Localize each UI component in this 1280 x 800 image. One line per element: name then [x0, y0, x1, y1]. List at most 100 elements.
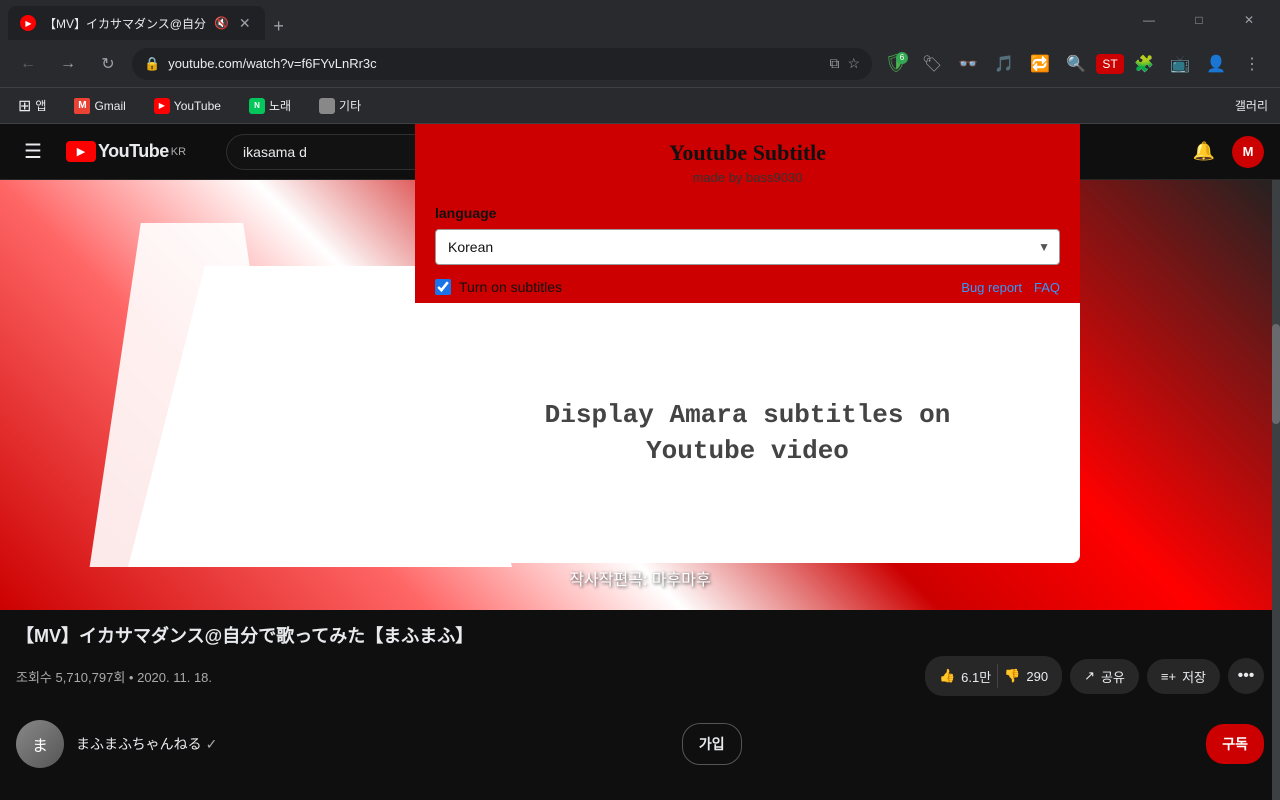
language-select[interactable]: Korean English Japanese Chinese	[435, 229, 1060, 265]
save-button[interactable]: ≡+ 저장	[1147, 659, 1220, 694]
share-label: 공유	[1101, 667, 1125, 686]
new-tab-button[interactable]: +	[265, 12, 293, 40]
dislike-count: 290	[1026, 669, 1048, 684]
subtitle-toggle-checkbox[interactable]	[435, 279, 451, 295]
bookmark-apps-label: 앱	[35, 97, 46, 114]
view-count: 조회수 5,710,797회	[16, 670, 125, 685]
url-text: youtube.com/watch?v=f6FYvLnRr3c	[168, 56, 821, 71]
user-avatar[interactable]: M	[1232, 136, 1264, 168]
video-actions: 👍 6.1만 👎 290 ↗ 공유 ≡+ 저장	[925, 656, 1264, 696]
bug-report-link[interactable]: Bug report	[961, 280, 1022, 295]
minimize-button[interactable]: —	[1126, 4, 1172, 36]
youtube-logo[interactable]: YouTube KR	[66, 141, 186, 162]
like-divider	[997, 664, 998, 688]
cast-icon[interactable]: 📺	[1164, 48, 1196, 80]
scrollbar-thumb[interactable]	[1272, 324, 1280, 424]
gallery-label[interactable]: 갤러리	[1235, 97, 1268, 114]
channel-avatar: ま	[16, 720, 64, 768]
bookmark-naver-song[interactable]: N 노래	[243, 93, 297, 118]
toolbar-icons: 🛡 6 🏷 👓 🎵 🔁 🔍 ST 🧩 📺 👤 ⋮	[880, 48, 1268, 80]
language-label: language	[435, 205, 496, 221]
upload-date: •	[129, 670, 137, 685]
bookmark-apps[interactable]: ⊞ 앱	[12, 92, 52, 120]
window-controls: — □ ✕	[1126, 4, 1272, 36]
youtube-logo-text: YouTube	[98, 141, 169, 162]
popup-checkbox-row: Turn on subtitles Bug report FAQ	[415, 273, 1080, 303]
extension-icon-red[interactable]: ST	[1096, 54, 1124, 74]
upload-date-value: 2020. 11. 18.	[137, 670, 212, 685]
subscribe-button[interactable]: 구독	[1206, 724, 1264, 764]
star-icon[interactable]: ☆	[847, 55, 860, 72]
url-bar[interactable]: 🔒 youtube.com/watch?v=f6FYvLnRr3c ⧉ ☆	[132, 48, 872, 80]
extension-icon-3[interactable]: 👓	[952, 48, 984, 80]
video-subtitle-text: 작사작편곡: 마후마후	[569, 566, 710, 590]
reload-button[interactable]: ↻	[92, 48, 124, 80]
address-bar: ← → ↻ 🔒 youtube.com/watch?v=f6FYvLnRr3c …	[0, 40, 1280, 88]
faq-link[interactable]: FAQ	[1034, 280, 1060, 295]
tab-close-button[interactable]: ✕	[237, 13, 253, 34]
like-button[interactable]: 👍 6.1만 👎 290	[925, 656, 1062, 696]
zoom-icon[interactable]: 🔍	[1060, 48, 1092, 80]
channel-info: まふまふちゃんねる ✓	[76, 734, 217, 754]
verified-check-icon: ✓	[206, 736, 218, 753]
scrollbar[interactable]	[1272, 124, 1280, 800]
join-button[interactable]: 가입	[682, 723, 742, 765]
popup-subtitle: made by bass9030	[435, 170, 1060, 185]
lock-icon: 🔒	[144, 56, 160, 72]
bookmark-naver-label: 노래	[269, 97, 291, 114]
extension-icon-4[interactable]: 🎵	[988, 48, 1020, 80]
share-button[interactable]: ↗ 공유	[1070, 659, 1139, 694]
subtitle-toggle-label[interactable]: Turn on subtitles	[435, 279, 562, 295]
language-selector-wrapper: Korean English Japanese Chinese ▼	[435, 229, 1060, 265]
channel-row: ま まふまふちゃんねる ✓ 가입 구독	[0, 708, 1280, 780]
video-title: 【MV】イカサマダンス@自分で歌ってみた【まふまふ】	[16, 622, 1264, 648]
more-actions-button[interactable]: •••	[1228, 658, 1264, 694]
naver-favicon: N	[249, 98, 265, 114]
channel-name[interactable]: まふまふちゃんねる	[76, 734, 202, 754]
popup-header: Youtube Subtitle made by bass9030	[415, 124, 1080, 197]
close-button[interactable]: ✕	[1226, 4, 1272, 36]
youtube-favicon: ▶	[154, 98, 170, 114]
popup-title: Youtube Subtitle	[435, 140, 1060, 166]
youtube-logo-icon	[66, 141, 96, 162]
video-stats: 조회수 5,710,797회 • 2020. 11. 18.	[16, 667, 212, 686]
back-button[interactable]: ←	[12, 48, 44, 80]
tab-favicon-youtube	[20, 15, 36, 31]
extension-icon-5[interactable]: 🔁	[1024, 48, 1056, 80]
video-info: 【MV】イカサマダンス@自分で歌ってみた【まふまふ】 조회수 5,710,797…	[0, 610, 1280, 708]
popup-links: Bug report FAQ	[961, 280, 1060, 295]
youtube-logo-kr: KR	[171, 146, 186, 158]
popup-controls: language	[415, 197, 1080, 225]
thumbs-up-icon: 👍	[939, 668, 955, 684]
tab-mute-icon[interactable]: 🔇	[214, 16, 229, 30]
hamburger-menu-icon[interactable]: ☰	[16, 131, 50, 172]
extension-icon-1[interactable]: 🛡 6	[880, 48, 912, 80]
menu-dots-icon[interactable]: ⋮	[1236, 48, 1268, 80]
title-bar: 【MV】イカサマダンス@自分 🔇 ✕ + — □ ✕	[0, 0, 1280, 40]
other-favicon	[319, 98, 335, 114]
open-in-new-icon: ⧉	[829, 55, 839, 72]
channel-avatar-placeholder: ま	[16, 720, 64, 768]
profile-icon[interactable]: 👤	[1200, 48, 1232, 80]
puzzle-icon[interactable]: 🧩	[1128, 48, 1160, 80]
gmail-favicon: M	[74, 98, 90, 114]
tab-group: 【MV】イカサマダンス@自分 🔇 ✕ +	[8, 0, 1118, 40]
bookmark-gmail[interactable]: M Gmail	[68, 94, 131, 118]
save-label: 저장	[1182, 667, 1206, 686]
like-count: 6.1만	[961, 667, 991, 686]
bookmark-youtube[interactable]: ▶ YouTube	[148, 94, 227, 118]
bookmarks-bar: ⊞ 앱 M Gmail ▶ YouTube N 노래 기타 갤러리	[0, 88, 1280, 124]
notification-bell-icon[interactable]: 🔔	[1184, 132, 1224, 172]
popup-content: Display Amara subtitles onYoutube video	[415, 303, 1080, 563]
header-right: 🔔 M	[1184, 132, 1264, 172]
extension-icon-2[interactable]: 🏷	[916, 48, 948, 80]
browser-frame: 【MV】イカサマダンス@自分 🔇 ✕ + — □ ✕ ← → ↻ 🔒 youtu…	[0, 0, 1280, 800]
active-tab[interactable]: 【MV】イカサマダンス@自分 🔇 ✕	[8, 6, 265, 40]
page-content: ☰ YouTube KR 🔍 🔔 M	[0, 124, 1280, 800]
popup-description-text: Display Amara subtitles onYoutube video	[545, 397, 951, 470]
forward-button[interactable]: →	[52, 48, 84, 80]
tab-title: 【MV】イカサマダンス@自分	[44, 15, 206, 32]
maximize-button[interactable]: □	[1176, 4, 1222, 36]
playlist-add-icon: ≡+	[1161, 669, 1176, 684]
bookmark-other[interactable]: 기타	[313, 93, 367, 118]
